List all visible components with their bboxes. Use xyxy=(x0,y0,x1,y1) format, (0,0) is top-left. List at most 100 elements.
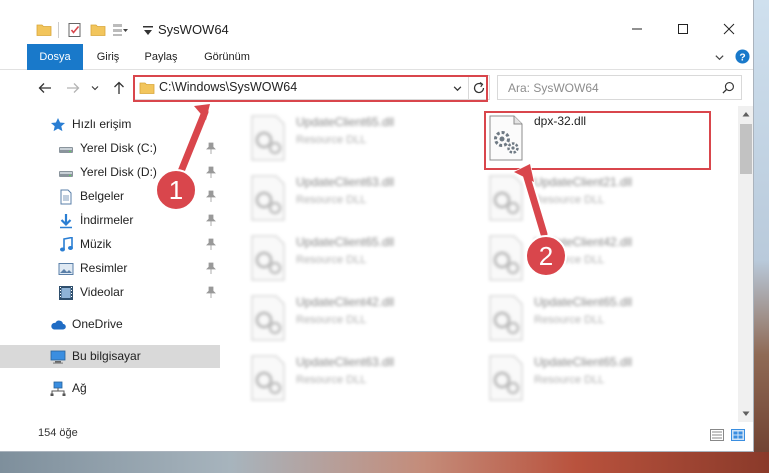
file-item[interactable]: UpdateClient65.dll Resource DLL xyxy=(482,290,712,350)
forward-button[interactable] xyxy=(63,78,83,98)
sidebar-item-label: Hızlı erişim xyxy=(72,117,132,131)
sidebar-item-local-disk-d[interactable]: Yerel Disk (D:) xyxy=(0,161,220,184)
file-item[interactable]: UpdateClient63.dll Resource DLL xyxy=(244,170,474,230)
file-name: UpdateClient42.dll xyxy=(296,295,395,309)
search-placeholder[interactable]: Ara: SysWOW64 xyxy=(508,81,599,95)
ribbon-tabs: Dosya Giriş Paylaş Görünüm ? xyxy=(0,44,753,70)
title-bar: SysWOW64 xyxy=(0,0,753,44)
sidebar-item-label: Müzik xyxy=(80,237,112,251)
sidebar-item-downloads[interactable]: İndirmeler xyxy=(0,209,220,232)
pin-icon[interactable] xyxy=(206,142,216,154)
file-name: UpdateClient42.dll xyxy=(534,235,633,249)
maximize-icon xyxy=(678,24,688,34)
vertical-scrollbar[interactable] xyxy=(738,106,753,422)
up-button[interactable] xyxy=(109,78,129,98)
pin-icon[interactable] xyxy=(206,262,216,274)
help-icon[interactable]: ? xyxy=(735,49,750,64)
sidebar-item-onedrive[interactable]: OneDrive xyxy=(0,313,220,336)
tab-file[interactable]: Dosya xyxy=(27,44,83,70)
star-icon xyxy=(51,118,65,132)
svg-text:?: ? xyxy=(739,52,745,63)
properties-icon[interactable] xyxy=(67,22,83,38)
file-item[interactable]: UpdateClient65.dll Resource DLL xyxy=(244,230,474,290)
drive-icon xyxy=(59,171,73,177)
address-bar-highlight xyxy=(133,75,488,102)
file-item[interactable]: UpdateClient65.dll Resource DLL xyxy=(482,350,712,410)
sidebar-item-label: OneDrive xyxy=(72,317,123,331)
sidebar-item-pictures[interactable]: Resimler xyxy=(0,257,220,280)
arrow-up-icon xyxy=(114,81,124,94)
dll-file-icon xyxy=(251,235,285,281)
pictures-icon xyxy=(58,263,74,275)
dll-file-icon xyxy=(251,295,285,341)
file-item[interactable]: UpdateClient42.dll Resource DLL xyxy=(482,230,712,290)
tab-home[interactable]: Giriş xyxy=(88,44,128,70)
maximize-button[interactable] xyxy=(660,14,706,44)
details-view-icon[interactable] xyxy=(710,429,724,441)
navigation-bar: C:\Windows\SysWOW64 Ara: SysWOW64 xyxy=(0,70,753,106)
dll-file-icon xyxy=(489,355,523,401)
videos-icon xyxy=(59,286,73,300)
scroll-up-button[interactable] xyxy=(738,106,753,122)
dll-file-icon xyxy=(489,295,523,341)
sidebar-item-music[interactable]: Müzik xyxy=(0,233,220,256)
sidebar-item-label: Videolar xyxy=(80,285,124,299)
sidebar-item-videos[interactable]: Videolar xyxy=(0,281,220,304)
drive-icon xyxy=(59,147,73,153)
pin-icon[interactable] xyxy=(206,286,216,298)
dll-file-icon xyxy=(251,175,285,221)
file-name: UpdateClient63.dll xyxy=(296,355,395,369)
chevron-down-icon xyxy=(91,86,99,91)
dll-file-icon xyxy=(251,115,285,161)
sidebar-item-documents[interactable]: Belgeler xyxy=(0,185,220,208)
file-name: UpdateClient21.dll xyxy=(534,175,633,189)
back-button[interactable] xyxy=(35,78,55,98)
scroll-down-button[interactable] xyxy=(738,406,753,422)
dll-file-icon xyxy=(489,175,523,221)
recent-locations-button[interactable] xyxy=(88,78,102,98)
pin-icon[interactable] xyxy=(206,190,216,202)
file-type: Resource DLL xyxy=(534,194,605,206)
scroll-thumb[interactable] xyxy=(740,124,752,174)
expand-ribbon-icon[interactable] xyxy=(714,52,725,63)
file-item[interactable]: UpdateClient42.dll Resource DLL xyxy=(244,290,474,350)
folder-icon[interactable] xyxy=(36,22,52,38)
large-icons-view-icon[interactable] xyxy=(731,429,745,441)
status-bar: 154 öğe xyxy=(0,422,753,451)
sidebar-item-label: Yerel Disk (C:) xyxy=(80,141,157,155)
sidebar-item-label: İndirmeler xyxy=(80,213,134,227)
quick-access-dropdown-icon[interactable] xyxy=(140,22,156,38)
customize-toolbar-icon[interactable] xyxy=(112,22,128,38)
file-name: UpdateClient65.dll xyxy=(534,295,633,309)
sidebar-item-this-pc[interactable]: Bu bilgisayar xyxy=(0,345,220,368)
file-type: Resource DLL xyxy=(534,254,605,266)
navigation-pane: Hızlı erişim Yerel Disk (C:) Yerel Disk … xyxy=(0,106,222,422)
file-type: Resource DLL xyxy=(296,314,367,326)
tab-share[interactable]: Paylaş xyxy=(138,44,184,70)
minimize-button[interactable] xyxy=(614,14,660,44)
dll-file-icon xyxy=(489,235,523,281)
file-item[interactable]: UpdateClient63.dll Resource DLL xyxy=(244,350,474,410)
download-icon xyxy=(60,214,72,229)
sidebar-item-label: Belgeler xyxy=(80,189,125,203)
arrow-right-icon xyxy=(67,83,80,93)
chevron-down-icon xyxy=(742,411,750,416)
sidebar-item-network[interactable]: Ağ xyxy=(0,377,220,400)
sidebar-item-quick-access[interactable]: Hızlı erişim xyxy=(0,113,220,136)
file-name: UpdateClient65.dll xyxy=(534,355,633,369)
file-item[interactable]: UpdateClient21.dll Resource DLL xyxy=(482,170,712,230)
pin-icon[interactable] xyxy=(206,166,216,178)
close-button[interactable] xyxy=(706,14,752,44)
file-item[interactable]: UpdateClient65.dll Resource DLL xyxy=(244,110,474,170)
new-folder-icon[interactable] xyxy=(90,22,106,38)
search-box[interactable]: Ara: SysWOW64 xyxy=(497,75,742,100)
pin-icon[interactable] xyxy=(206,238,216,250)
sidebar-item-label: Resimler xyxy=(80,261,128,275)
file-type: Resource DLL xyxy=(296,374,367,386)
sidebar-item-local-disk-c[interactable]: Yerel Disk (C:) xyxy=(0,137,220,160)
close-icon xyxy=(723,23,735,35)
tab-view[interactable]: Görünüm xyxy=(196,44,258,70)
file-name: UpdateClient63.dll xyxy=(296,175,395,189)
search-icon[interactable] xyxy=(722,81,735,94)
pin-icon[interactable] xyxy=(206,214,216,226)
